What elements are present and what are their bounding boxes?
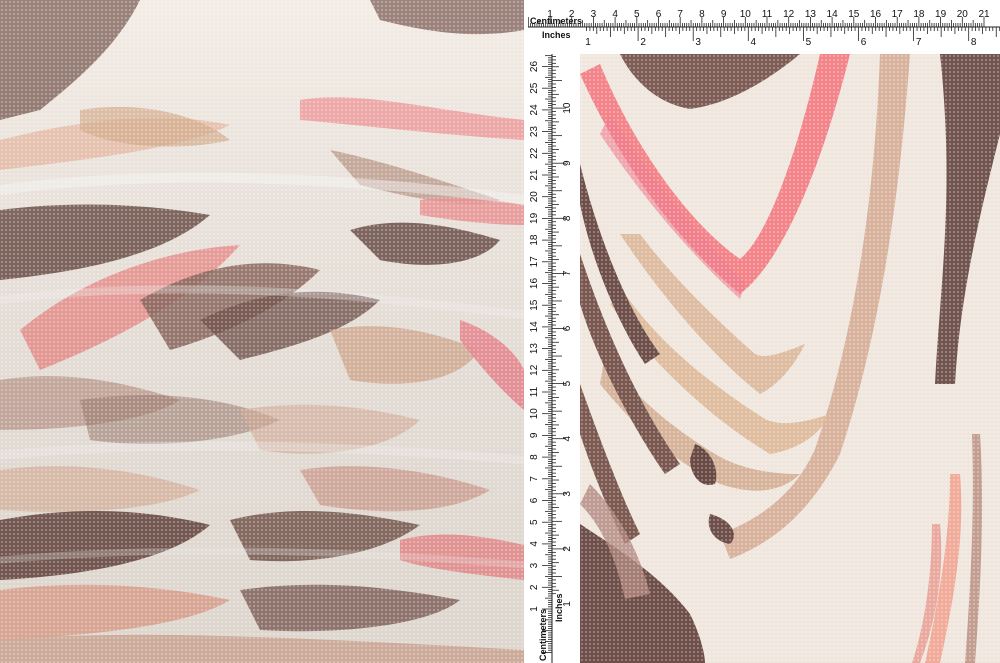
top-ruler-cm-number: 13 (805, 9, 817, 20)
left-ruler-in-number: 4 (562, 435, 573, 441)
left-ruler-cm-number: 11 (529, 386, 540, 397)
left-ruler-cm-label: Centimeters (538, 609, 548, 661)
top-ruler-in-number: 6 (861, 37, 867, 48)
top-ruler-cm-number: 14 (827, 9, 839, 20)
left-ruler-cm-number: 23 (529, 126, 540, 138)
left-ruler-in-number: 3 (562, 491, 573, 497)
left-ruler-cm-number: 13 (529, 343, 540, 355)
left-ruler-in-number: 10 (562, 102, 573, 114)
left-ruler-cm-number: 6 (529, 497, 540, 503)
left-ruler-in-label: Inches (554, 593, 564, 622)
left-ruler-cm-number: 20 (529, 191, 540, 203)
top-ruler-scale: Centimeters Inches 1 2 3 4 5 6 7 8 9 10 11 12 13 14 15… (528, 9, 1000, 48)
top-ruler: Centimeters Inches 1 2 3 4 5 6 7 8 9 10 11 12 13 14 15… (528, 0, 1000, 54)
left-ruler-cm-number: 8 (529, 454, 540, 460)
top-ruler-cm-number: 15 (848, 9, 860, 20)
top-ruler-cm-number: 7 (677, 9, 683, 20)
top-ruler-cm-number: 4 (612, 9, 618, 20)
left-ruler-in-number: 7 (562, 270, 573, 276)
top-ruler-cm-number: 2 (569, 9, 575, 20)
left-ruler-cm-number: 7 (529, 476, 540, 482)
left-ruler-in-number: 9 (562, 160, 573, 166)
left-ruler-in-number: 6 (562, 325, 573, 331)
draped-fabric-photo (0, 0, 524, 663)
top-ruler-cm-number: 8 (699, 9, 705, 20)
top-ruler-in-label: Inches (542, 30, 571, 40)
top-ruler-in-number: 1 (585, 37, 591, 48)
top-ruler-in-number: 3 (695, 37, 701, 48)
left-ruler-cm-number: 18 (529, 234, 540, 246)
left-ruler-cm-number: 26 (529, 61, 540, 73)
left-ruler-cm-number: 4 (529, 541, 540, 547)
left-ruler-in-number: 5 (562, 380, 573, 386)
left-ruler-cm-number: 16 (529, 278, 540, 290)
top-ruler-cm-number: 10 (740, 9, 752, 20)
left-ruler-cm-number: 2 (529, 584, 540, 590)
left-ruler-cm-number: 22 (529, 147, 540, 159)
top-ruler-cm-number: 6 (656, 9, 662, 20)
top-ruler-cm-number: 5 (634, 9, 640, 20)
left-ruler-cm-number: 25 (529, 82, 540, 94)
left-ruler-cm-number: 15 (529, 299, 540, 311)
left-ruler-in-number: 2 (562, 546, 573, 552)
top-ruler-cm-number: 21 (978, 9, 990, 20)
left-ruler-cm-number: 17 (529, 256, 540, 268)
left-ruler-cm-number: 5 (529, 519, 540, 525)
top-ruler-in-number: 2 (640, 37, 646, 48)
draped-fabric-illustration (0, 0, 524, 663)
left-ruler-cm-number: 10 (529, 408, 540, 420)
top-ruler-cm-number: 16 (870, 9, 882, 20)
left-ruler-cm-number: 14 (529, 321, 540, 333)
flat-fabric-photo (580, 54, 1000, 663)
left-ruler-scale: 1234567891011121314151617181920212223242… (529, 54, 573, 663)
top-ruler-cm-number: 20 (957, 9, 969, 20)
left-ruler-cm-number: 9 (529, 432, 540, 438)
top-ruler-cm-number: 17 (892, 9, 904, 20)
left-ruler-in-number: 8 (562, 215, 573, 221)
top-ruler-in-number: 4 (751, 37, 757, 48)
top-ruler-in-number: 5 (806, 37, 812, 48)
left-ruler-cm-number: 3 (529, 562, 540, 568)
left-ruler: 1 2 3 4 5 6 7 8 9 10 11 12 13 14 15 16 17 18 19 20 21 22 23 24 2… (524, 54, 580, 663)
top-ruler-cm-number: 9 (721, 9, 727, 20)
left-ruler-cm-number: 21 (529, 169, 540, 181)
top-ruler-cm-number: 19 (935, 9, 947, 20)
top-ruler-in-number: 7 (916, 37, 922, 48)
top-ruler-cm-number: 11 (762, 9, 773, 20)
top-ruler-cm-number: 1 (547, 9, 553, 20)
left-ruler-cm-number: 12 (529, 364, 540, 376)
left-ruler-cm-number: 19 (529, 212, 540, 224)
left-ruler-cm-number: 24 (529, 104, 540, 116)
top-ruler-in-number: 8 (971, 37, 977, 48)
top-ruler-cm-number: 18 (913, 9, 925, 20)
top-ruler-cm-number: 3 (591, 9, 597, 20)
flat-fabric-illustration (580, 54, 1000, 663)
top-ruler-cm-number: 12 (783, 9, 795, 20)
